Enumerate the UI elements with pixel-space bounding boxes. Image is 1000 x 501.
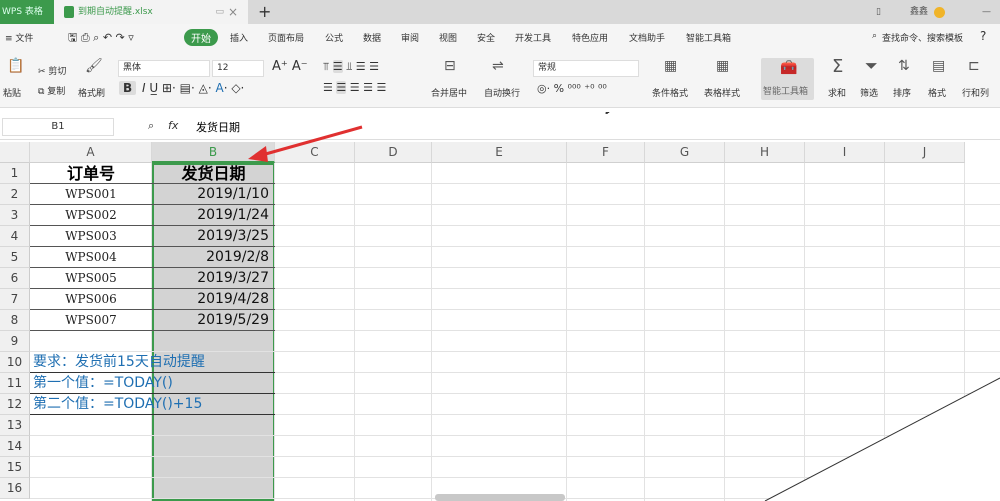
annotation-overlay (248, 125, 1000, 501)
red-arrow-head (248, 146, 268, 162)
horizontal-scrollbar[interactable] (435, 494, 565, 501)
red-arrow-shaft (261, 125, 363, 157)
